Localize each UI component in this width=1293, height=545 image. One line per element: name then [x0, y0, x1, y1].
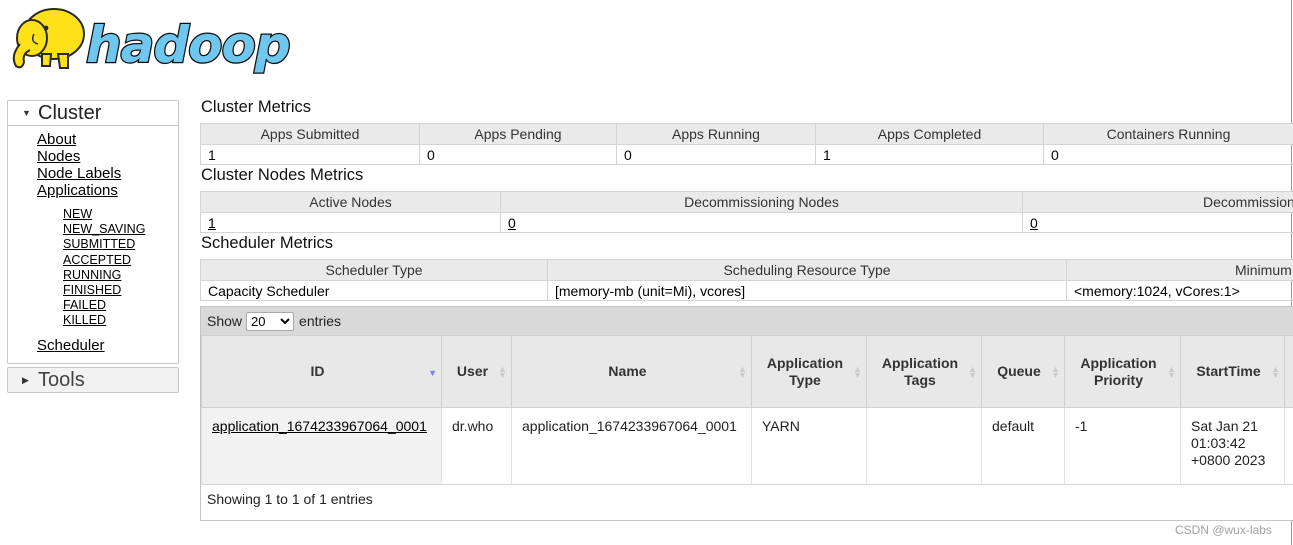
sort-both-icon: ▲ ▼ [853, 364, 862, 380]
triangle-right-icon: ▶ [22, 374, 29, 385]
scheduler-metrics-title: Scheduler Metrics [201, 234, 334, 252]
column-header-name-label: Name [608, 363, 647, 379]
sidebar-tools-panel[interactable]: ▶ Tools [7, 367, 179, 393]
header-apps-running: Apps Running [616, 123, 816, 145]
sidebar-links: About Nodes Node Labels Applications NEW… [37, 131, 145, 329]
column-header-start-time-label: StartTime [1196, 363, 1261, 379]
sort-both-icon: ▲ ▼ [1167, 364, 1176, 380]
sort-both-icon: ▲ ▼ [738, 364, 747, 380]
value-apps-running: 0 [616, 144, 816, 165]
value-containers-running: 0 [1043, 144, 1293, 165]
column-header-id[interactable]: ID ▼ [201, 335, 442, 408]
sort-both-icon: ▲ ▼ [968, 364, 977, 380]
cell-application-tags [866, 407, 982, 485]
hadoop-logo: hadoop [12, 8, 292, 75]
link-active-nodes[interactable]: 1 [208, 215, 216, 231]
column-header-application-tags-label: Application Tags [881, 354, 959, 388]
cell-name: application_1674233967064_0001 [511, 407, 752, 485]
sidebar-state-failed[interactable]: FAILED [63, 298, 145, 313]
cluster-metrics-table: Apps Submitted Apps Pending Apps Running… [200, 123, 1293, 165]
show-label: Show [207, 313, 243, 329]
link-decommissioning-nodes[interactable]: 0 [508, 215, 516, 231]
header-containers-running: Containers Running [1043, 123, 1293, 145]
sidebar-link-node-labels[interactable]: Node Labels [37, 165, 145, 182]
sort-desc-icon: ▼ [428, 368, 437, 378]
sort-both-icon: ▲ ▼ [1051, 364, 1060, 380]
column-header-user[interactable]: User ▲ ▼ [441, 335, 512, 408]
cell-id: application_1674233967064_0001 [201, 407, 442, 485]
scheduler-metrics-table: Scheduler Type Scheduling Resource Type … [200, 259, 1293, 301]
header-apps-completed: Apps Completed [815, 123, 1044, 145]
header-apps-submitted: Apps Submitted [200, 123, 420, 145]
column-header-application-priority-label: Application Priority [1080, 354, 1157, 388]
column-header-name[interactable]: Name ▲ ▼ [511, 335, 752, 408]
column-header-application-tags[interactable]: Application Tags ▲ ▼ [866, 335, 982, 408]
application-id-link[interactable]: application_1674233967064_0001 [212, 418, 427, 434]
link-decommissioned-nodes[interactable]: 0 [1030, 215, 1038, 231]
applications-table: ID ▼ User ▲ ▼ Name ▲ ▼ Application Type ▲ ▼ App… [201, 335, 1293, 485]
value-apps-completed: 1 [815, 144, 1044, 165]
column-header-application-type-label: Application Type [766, 354, 844, 388]
sidebar-state-finished[interactable]: FINISHED [63, 283, 145, 298]
table-row: application_1674233967064_0001 dr.who ap… [201, 407, 1293, 485]
header-apps-pending: Apps Pending [419, 123, 617, 145]
node-metrics-table: Active Nodes Decommissioning Nodes Decom… [200, 191, 1293, 233]
elephant-icon [12, 8, 85, 69]
header-scheduler-type: Scheduler Type [200, 259, 548, 281]
sort-both-icon: ▲ ▼ [498, 364, 507, 380]
sidebar-tools-title: Tools [38, 368, 85, 391]
sidebar-cluster-title: Cluster [38, 101, 102, 124]
sidebar-link-about[interactable]: About [37, 131, 145, 148]
cell-overflow [1284, 407, 1293, 485]
table-info: Showing 1 to 1 of 1 entries [207, 491, 373, 507]
sort-both-icon: ▲ ▼ [1271, 364, 1280, 380]
sidebar-state-new[interactable]: NEW [63, 207, 145, 222]
sidebar-state-accepted[interactable]: ACCEPTED [63, 253, 145, 268]
column-header-overflow [1284, 335, 1293, 408]
sidebar-state-submitted[interactable]: SUBMITTED [63, 237, 145, 252]
cell-application-type: YARN [751, 407, 867, 485]
triangle-down-icon: ▼ [22, 108, 31, 118]
cell-start-time: Sat Jan 21 01:03:42 +0800 2023 [1180, 407, 1285, 485]
sidebar-state-running[interactable]: RUNNING [63, 268, 145, 283]
value-minimum-allocation: <memory:1024, vCores:1> [1066, 280, 1293, 301]
cell-application-priority: -1 [1064, 407, 1181, 485]
sidebar-state-new-saving[interactable]: NEW_SAVING [63, 222, 145, 237]
column-header-queue[interactable]: Queue ▲ ▼ [981, 335, 1065, 408]
value-apps-pending: 0 [419, 144, 617, 165]
sidebar-app-states: NEW NEW_SAVING SUBMITTED ACCEPTED RUNNIN… [63, 207, 145, 329]
cell-queue: default [981, 407, 1065, 485]
sidebar-link-applications[interactable]: Applications [37, 182, 145, 199]
watermark: CSDN @wux-labs [1175, 523, 1272, 537]
cluster-metrics-title: Cluster Metrics [201, 98, 312, 116]
header-decommissioned-nodes: Decommission [1022, 191, 1293, 213]
entries-per-page-select[interactable]: 20 [246, 311, 295, 331]
sidebar-state-killed[interactable]: KILLED [63, 313, 145, 328]
header-active-nodes: Active Nodes [200, 191, 501, 213]
column-header-application-type[interactable]: Application Type ▲ ▼ [751, 335, 867, 408]
show-entries-bar: Show 20 entries [201, 307, 1293, 335]
sidebar-cluster-panel: ▼ Cluster About Nodes Node Labels Applic… [7, 100, 179, 364]
column-header-queue-label: Queue [997, 363, 1041, 379]
column-header-id-label: ID [310, 363, 325, 379]
node-metrics-title: Cluster Nodes Metrics [201, 166, 364, 184]
sidebar-cluster-header[interactable]: ▼ Cluster [8, 101, 178, 126]
logo-text: hadoop [86, 16, 290, 74]
column-header-application-priority[interactable]: Application Priority ▲ ▼ [1064, 335, 1181, 408]
sidebar-link-nodes[interactable]: Nodes [37, 148, 145, 165]
value-apps-submitted: 1 [200, 144, 420, 165]
value-scheduler-type: Capacity Scheduler [200, 280, 548, 301]
column-header-start-time[interactable]: StartTime ▲ ▼ [1180, 335, 1285, 408]
column-header-user-label: User [456, 363, 489, 379]
header-minimum-allocation: Minimum [1066, 259, 1293, 281]
header-scheduling-resource-type: Scheduling Resource Type [547, 259, 1067, 281]
header-decommissioning-nodes: Decommissioning Nodes [500, 191, 1023, 213]
cell-user: dr.who [441, 407, 512, 485]
value-scheduling-resource-type: [memory-mb (unit=Mi), vcores] [547, 280, 1067, 301]
sidebar-tools-header[interactable]: ▶ Tools [8, 368, 178, 392]
applications-panel: Show 20 entries ID ▼ User ▲ ▼ Name ▲ ▼ Applic… [200, 306, 1293, 521]
sidebar-link-scheduler[interactable]: Scheduler [37, 337, 105, 354]
entries-label: entries [299, 313, 342, 329]
